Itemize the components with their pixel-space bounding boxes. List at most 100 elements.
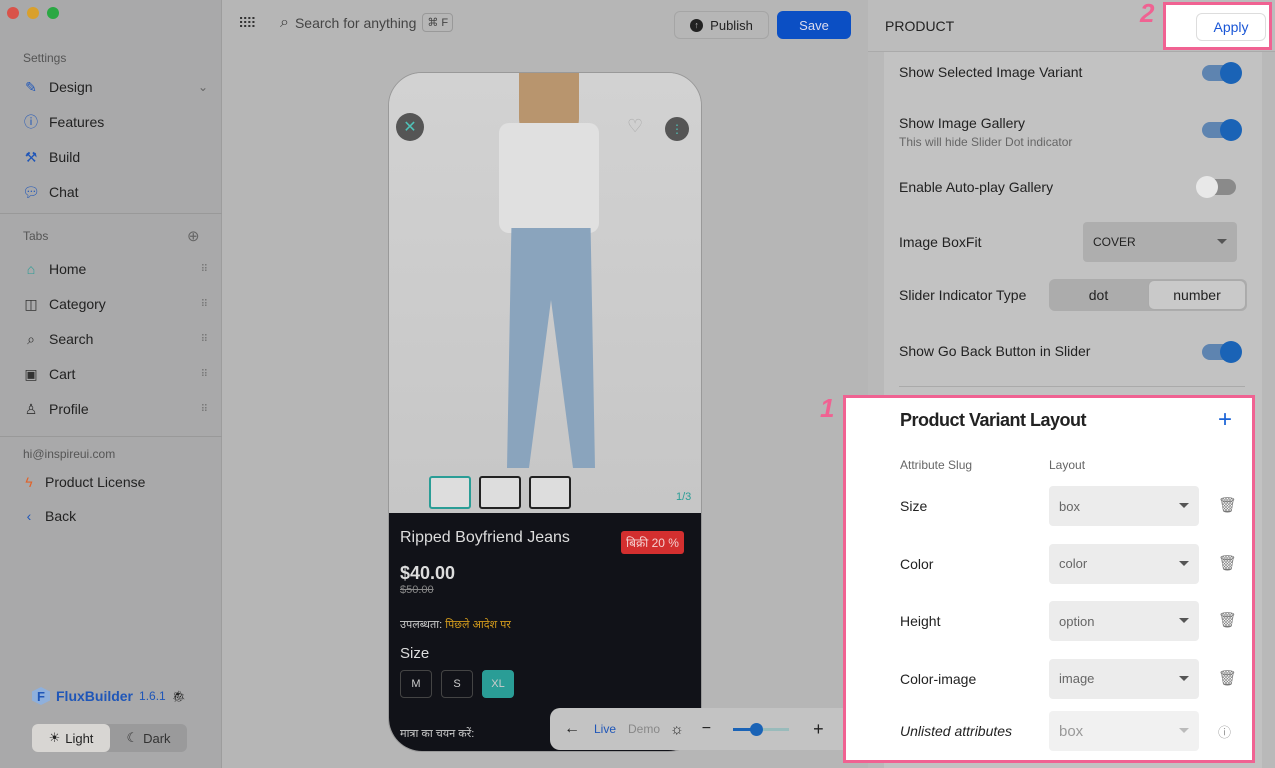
option-label: Dark (143, 730, 171, 746)
drag-handle-icon[interactable]: ⠿ (201, 264, 208, 275)
size-option-m[interactable]: M (400, 670, 432, 698)
gallery-thumbnail[interactable] (479, 476, 521, 509)
select-value: color (1059, 556, 1088, 571)
sidebar-item-label: Search (49, 331, 94, 347)
theme-dark-option[interactable]: ☾ Dark (110, 724, 187, 752)
back-arrow-icon[interactable]: ← (564, 720, 580, 738)
sidebar-item-category[interactable]: ◫ Category ⠿ (22, 292, 208, 316)
drag-handle-icon[interactable]: ⠿ (201, 334, 208, 345)
show-go-back-toggle[interactable] (1202, 341, 1242, 363)
sidebar-item-design[interactable]: ✎ Design ⌄ (22, 75, 208, 99)
sidebar-item-features[interactable]: ⓘ Features (22, 110, 207, 134)
bug-icon[interactable]: 🐞︎ (172, 690, 186, 703)
size-option-xl[interactable]: XL (482, 670, 514, 698)
sidebar-item-label: Design (49, 79, 93, 95)
select-value: box (1059, 498, 1080, 514)
upload-icon: ↑ (690, 18, 704, 32)
slider-indicator-segmented: dot number (1049, 279, 1247, 311)
indicator-option-dot[interactable]: dot (1049, 279, 1148, 311)
apply-button[interactable]: Apply (1196, 13, 1266, 41)
demo-mode-button[interactable]: Demo (628, 722, 660, 736)
gallery-thumbnail[interactable] (529, 476, 571, 509)
indicator-option-number[interactable]: number (1148, 280, 1246, 310)
show-image-gallery-toggle[interactable] (1202, 119, 1242, 141)
close-icon[interactable]: ✕ (396, 113, 424, 141)
home-icon: ⌂ (26, 261, 36, 277)
publish-button[interactable]: ↑ Publish (674, 11, 769, 39)
drag-handle-icon[interactable]: ⠿ (201, 404, 208, 415)
search-icon: ⌕ (27, 330, 35, 347)
category-icon: ◫ (24, 295, 38, 312)
sidebar-item-home[interactable]: ⌂ Home ⠿ (22, 257, 208, 281)
zoom-slider[interactable] (733, 722, 790, 736)
model-shirt (499, 123, 599, 233)
theme-light-option[interactable]: ☀ Light (32, 724, 110, 752)
layout-select[interactable]: color (1049, 543, 1199, 584)
trash-icon[interactable]: 🗑︎ (1218, 611, 1237, 629)
sidebar-item-label: Home (49, 261, 87, 277)
availability-value: पिछले आदेश पर (445, 619, 511, 631)
select-value: option (1059, 613, 1095, 629)
sidebar-item-profile[interactable]: ♙ Profile ⠿ (22, 397, 208, 421)
trash-icon[interactable]: 🗑︎ (1218, 554, 1237, 572)
layout-select[interactable]: image (1049, 658, 1199, 699)
more-icon[interactable]: ⋮ (665, 117, 689, 141)
zoom-slider-knob[interactable] (749, 722, 763, 736)
sidebar-item-label: Build (49, 149, 81, 165)
product-price: $40.00 (400, 563, 456, 583)
zoom-in-icon[interactable]: + (813, 719, 824, 740)
chevron-down-icon: ⌄ (197, 80, 208, 94)
dropdown-arrow-icon (1179, 503, 1189, 513)
sidebar-item-cart[interactable]: ▣ Cart ⠿ (22, 362, 208, 386)
attribute-slug: Color (900, 555, 934, 572)
layout-select[interactable]: option (1049, 601, 1199, 641)
column-header-slug: Attribute Slug (900, 458, 973, 472)
setting-description: This will hide Slider Dot indicator (899, 135, 1073, 149)
sale-badge: बिक्री 20 % (621, 531, 684, 554)
window-close-button[interactable] (7, 7, 19, 19)
old-price: $50.00 (400, 584, 434, 596)
enable-autoplay-gallery-toggle[interactable] (1196, 176, 1236, 198)
window-maximize-button[interactable] (47, 7, 59, 19)
sidebar-item-label: Chat (49, 184, 79, 200)
heart-icon[interactable]: ♡ (627, 116, 643, 137)
layout-select[interactable]: box (1049, 486, 1199, 526)
back-link[interactable]: ‹ Back (22, 504, 207, 528)
add-variant-icon[interactable]: + (1218, 406, 1232, 434)
window-minimize-button[interactable] (27, 7, 39, 19)
button-label: Publish (710, 17, 753, 33)
drag-handle-icon[interactable]: ⠿ (201, 299, 208, 310)
live-mode-button[interactable]: Live (594, 722, 616, 736)
app-version: 1.6.1 (139, 689, 166, 703)
trash-icon[interactable]: 🗑︎ (1218, 669, 1237, 687)
hammer-icon: ⚒ (24, 148, 38, 165)
add-tab-icon[interactable]: ⊕ (187, 227, 200, 245)
size-option-s[interactable]: S (441, 670, 473, 698)
shortcut-hint: ⌘ F (422, 13, 454, 32)
divider (0, 436, 222, 437)
option-label: Light (65, 730, 94, 746)
unlisted-attributes-label: Unlisted attributes (900, 723, 1013, 739)
apps-grid-icon[interactable]: ⠿⠿ (238, 15, 256, 32)
product-image[interactable]: ✕ ♡ ⋮ 1/3 (389, 73, 701, 513)
show-selected-image-variant-toggle[interactable] (1202, 62, 1242, 84)
search-input[interactable]: ⌕ Search for anything ⌘ F (280, 13, 454, 32)
zoom-out-icon[interactable]: − (702, 720, 711, 738)
drag-handle-icon[interactable]: ⠿ (201, 369, 208, 380)
sidebar-item-chat[interactable]: 💬︎ Chat (22, 180, 207, 204)
select-value: image (1059, 671, 1095, 686)
dropdown-arrow-icon (1179, 728, 1189, 738)
brightness-icon[interactable]: ☼ (670, 721, 684, 738)
trash-icon[interactable]: 🗑︎ (1218, 496, 1237, 514)
product-license-link[interactable]: ϟ Product License (22, 470, 207, 494)
image-counter: 1/3 (676, 491, 692, 503)
sidebar-item-build[interactable]: ⚒ Build (22, 145, 207, 169)
gallery-thumbnail[interactable] (429, 476, 471, 509)
image-boxfit-select[interactable]: COVER (1083, 222, 1237, 262)
moon-icon: ☾ (126, 730, 139, 745)
save-button[interactable]: Save (777, 11, 851, 39)
sidebar-item-search[interactable]: ⌕ Search ⠿ (22, 327, 208, 351)
unlisted-layout-select[interactable]: box (1049, 711, 1199, 751)
attribute-slug: Size (900, 498, 928, 514)
info-icon[interactable]: ⓘ (1218, 722, 1231, 741)
